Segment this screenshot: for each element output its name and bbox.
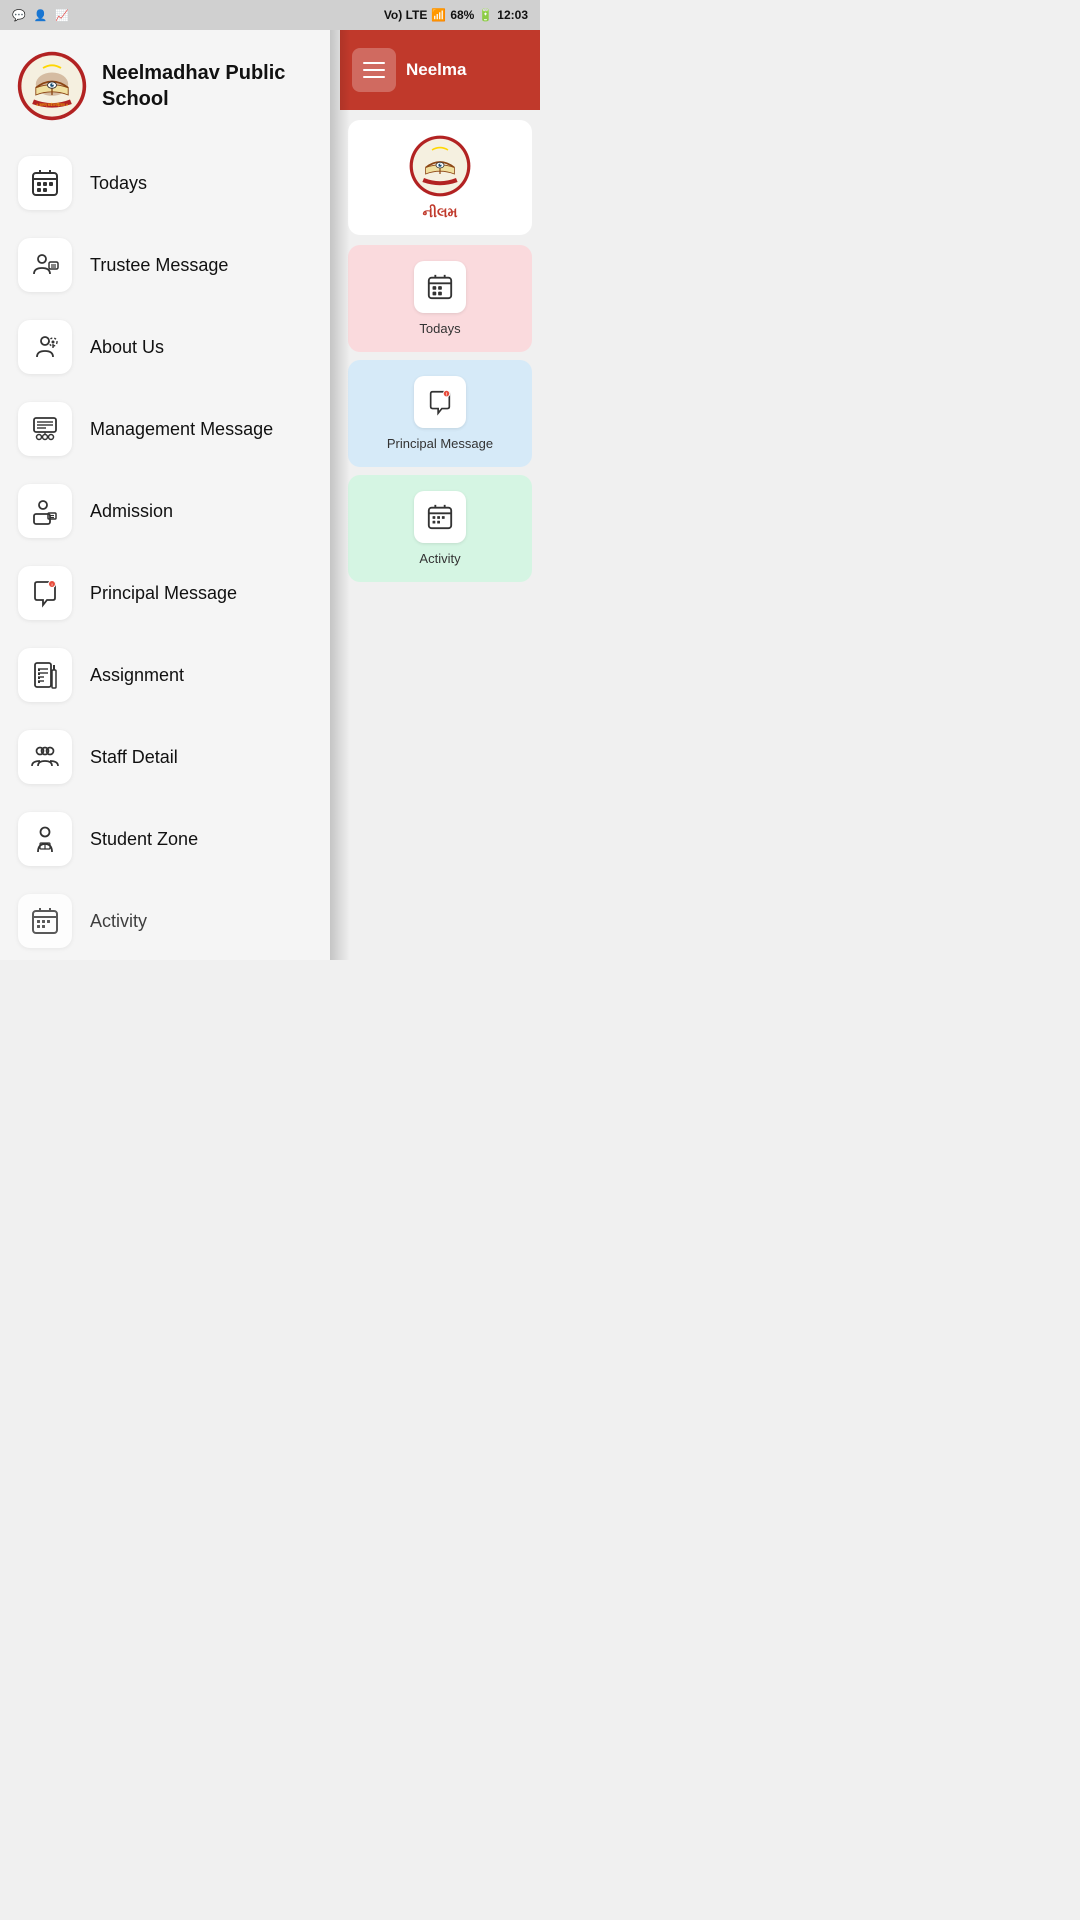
admission-icon-box	[18, 484, 72, 538]
activity-calendar-icon	[30, 906, 60, 936]
wifi-icon: 📶	[431, 8, 446, 22]
school-card-gujarati-name: નીલમ	[423, 204, 458, 221]
sidebar-item-student-zone-label: Student Zone	[90, 829, 198, 850]
sidebar-item-staff-detail[interactable]: Staff Detail	[0, 716, 330, 798]
header-school-name: Neelma	[406, 60, 466, 80]
todays-icon-box	[18, 156, 72, 210]
grid-calendar-icon	[426, 273, 454, 301]
sidebar-item-trustee-label: Trustee Message	[90, 255, 228, 276]
drawer-menu-list: Todays Trustee Message	[0, 138, 330, 958]
school-info-card: નીલમ	[348, 120, 532, 235]
app-header: Neelma	[340, 30, 540, 110]
grid-activity-label: Activity	[419, 551, 460, 566]
sidebar-item-assignment-label: Assignment	[90, 665, 184, 686]
clock: 12:03	[497, 8, 528, 22]
svg-text:॥ ज्ञानम् सर्वजनहिताय ॥: ॥ ज्ञानम् सर्वजनहिताय ॥	[36, 102, 68, 107]
grid-todays-icon-box	[414, 261, 466, 313]
principal-msg-icon-box: !	[18, 566, 72, 620]
battery-icon: 🔋	[478, 8, 493, 22]
assignment-icon	[30, 660, 60, 690]
hamburger-line-3	[363, 76, 385, 78]
sidebar-item-assignment[interactable]: Assignment	[0, 634, 330, 716]
sidebar-item-admission-label: Admission	[90, 501, 173, 522]
sidebar-item-trustee-message[interactable]: Trustee Message	[0, 224, 330, 306]
sidebar-item-admission[interactable]: Admission	[0, 470, 330, 552]
sidebar-item-activity[interactable]: Activity	[0, 880, 330, 958]
grid-activity-icon-box	[414, 491, 466, 543]
sidebar-item-todays[interactable]: Todays	[0, 142, 330, 224]
admission-icon	[30, 496, 60, 526]
trustee-icon	[30, 250, 60, 280]
svg-text:!: !	[51, 582, 52, 587]
status-system: Vo) LTE 📶 68% 🔋 12:03	[384, 8, 528, 22]
sidebar-item-principal-message[interactable]: ! Principal Message	[0, 552, 330, 634]
contact-icon: 👤	[34, 9, 48, 22]
drawer-shadow-overlay	[330, 30, 350, 960]
battery-level: 68%	[450, 8, 474, 22]
activity-icon: 📈	[55, 9, 69, 22]
grid-activity-icon	[426, 503, 454, 531]
status-bar: 💬 👤 📈 Vo) LTE 📶 68% 🔋 12:03	[0, 0, 540, 30]
grid-card-principal[interactable]: ! Principal Message	[348, 360, 532, 467]
trustee-icon-box	[18, 238, 72, 292]
student-zone-icon	[30, 824, 60, 854]
navigation-drawer: ॥ ज्ञानम् सर्वजनहिताय ॥ Neelmadhav Publi…	[0, 30, 330, 960]
student-icon-box	[18, 812, 72, 866]
activity-icon-box	[18, 894, 72, 948]
staff-detail-icon	[30, 742, 60, 772]
assignment-icon-box	[18, 648, 72, 702]
school-card-logo	[408, 134, 472, 198]
school-logo: ॥ ज्ञानम् सर्वजनहिताय ॥	[16, 50, 88, 122]
school-name-text: Neelmadhav Public School	[102, 60, 314, 112]
grid-todays-label: Todays	[419, 321, 460, 336]
sidebar-item-todays-label: Todays	[90, 173, 147, 194]
drawer-header: ॥ ज्ञानम् सर्वजनहिताय ॥ Neelmadhav Publi…	[0, 30, 330, 138]
sidebar-item-about-us[interactable]: About Us	[0, 306, 330, 388]
about-icon	[30, 332, 60, 362]
hamburger-line-1	[363, 62, 385, 64]
sidebar-item-about-label: About Us	[90, 337, 164, 358]
message-icon: 💬	[12, 9, 26, 22]
grid-card-activity[interactable]: Activity	[348, 475, 532, 582]
sidebar-item-staff-label: Staff Detail	[90, 747, 178, 768]
sidebar-item-management-label: Management Message	[90, 419, 273, 440]
grid-message-icon: !	[426, 388, 454, 416]
staff-icon-box	[18, 730, 72, 784]
management-icon-box	[18, 402, 72, 456]
grid-card-todays[interactable]: Todays	[348, 245, 532, 352]
sidebar-item-principal-label: Principal Message	[90, 583, 237, 604]
status-notifications: 💬 👤 📈	[12, 9, 69, 22]
sidebar-item-activity-label: Activity	[90, 911, 147, 932]
grid-principal-label: Principal Message	[387, 436, 493, 451]
grid-principal-icon-box: !	[414, 376, 466, 428]
network-type: Vo) LTE	[384, 8, 428, 22]
principal-message-icon: !	[30, 578, 60, 608]
about-icon-box	[18, 320, 72, 374]
sidebar-item-student-zone[interactable]: Student Zone	[0, 798, 330, 880]
sidebar-item-management-message[interactable]: Management Message	[0, 388, 330, 470]
hamburger-menu-button[interactable]	[352, 48, 396, 92]
svg-text:!: !	[446, 392, 447, 397]
hamburger-line-2	[363, 69, 385, 71]
management-icon	[30, 414, 60, 444]
calendar-grid-icon	[30, 168, 60, 198]
main-content-panel: Neelma નીલમ	[340, 30, 540, 960]
